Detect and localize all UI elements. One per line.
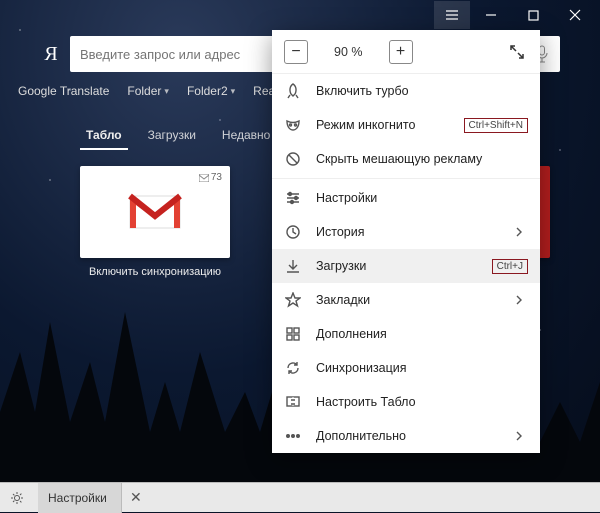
tablo-icon	[284, 394, 302, 410]
tab-tablo[interactable]: Табло	[80, 124, 128, 150]
bookmark-label: Folder	[127, 84, 161, 98]
zoom-row: − 90 % +	[272, 30, 540, 74]
menu-history[interactable]: История	[272, 215, 540, 249]
taskbar-tab-label: Настройки	[48, 491, 107, 505]
hamburger-menu-button[interactable]	[434, 1, 470, 29]
tile-caption-sync: Включить синхронизацию	[80, 266, 230, 278]
menu-settings[interactable]: Настройки	[272, 181, 540, 215]
menu-incognito[interactable]: Режим инкогнито Ctrl+Shift+N	[272, 108, 540, 142]
sliders-icon	[284, 190, 302, 206]
addons-icon	[284, 326, 302, 342]
minimize-button[interactable]	[470, 1, 512, 29]
menu-label: Дополнительно	[316, 429, 496, 443]
bookmark-label: Folder2	[187, 84, 228, 98]
titlebar	[0, 0, 600, 30]
menu-addons[interactable]: Дополнения	[272, 317, 540, 351]
menu-more[interactable]: Дополнительно	[272, 419, 540, 453]
download-icon	[284, 258, 302, 274]
shortcut-badge: Ctrl+Shift+N	[464, 118, 528, 133]
main-menu-panel: − 90 % + Включить турбо Режим инкогнито …	[272, 30, 540, 453]
taskbar-tab-close[interactable]: ✕	[122, 483, 150, 513]
bookmark-folder2[interactable]: Folder2▾	[187, 84, 235, 98]
menu-sync[interactable]: Синхронизация	[272, 351, 540, 385]
menu-hide-ads[interactable]: Скрыть мешающую рекламу	[272, 142, 540, 176]
rocket-icon	[284, 83, 302, 99]
menu-turbo[interactable]: Включить турбо	[272, 74, 540, 108]
menu-label: Синхронизация	[316, 361, 528, 375]
gmail-icon	[128, 192, 182, 232]
menu-label: Загрузки	[316, 259, 478, 273]
menu-label: Дополнения	[316, 327, 528, 341]
tab-recent[interactable]: Недавно	[216, 124, 276, 150]
menu-label: Включить турбо	[316, 84, 528, 98]
mask-icon	[284, 117, 302, 133]
taskbar-tab-settings[interactable]: Настройки	[38, 483, 122, 513]
menu-bookmarks[interactable]: Закладки	[272, 283, 540, 317]
taskbar: Настройки ✕	[0, 482, 600, 512]
maximize-button[interactable]	[512, 1, 554, 29]
zoom-in-button[interactable]: +	[389, 40, 413, 64]
taskbar-settings-button[interactable]	[0, 483, 38, 513]
tab-downloads[interactable]: Загрузки	[142, 124, 202, 150]
unread-badge: 73	[199, 172, 222, 183]
menu-label: Настроить Табло	[316, 395, 528, 409]
block-icon	[284, 151, 302, 167]
zoom-value: 90 %	[334, 45, 363, 59]
menu-downloads[interactable]: Загрузки Ctrl+J	[272, 249, 540, 283]
star-icon	[284, 292, 302, 308]
bookmark-google-translate[interactable]: Google Translate	[18, 84, 109, 98]
fullscreen-button[interactable]	[506, 41, 528, 63]
menu-label: Скрыть мешающую рекламу	[316, 152, 528, 166]
chevron-down-icon: ▾	[164, 86, 169, 97]
menu-label: История	[316, 225, 496, 239]
menu-label: Настройки	[316, 191, 528, 205]
chevron-right-icon	[510, 431, 528, 441]
menu-separator	[272, 178, 540, 179]
zoom-out-button[interactable]: −	[284, 40, 308, 64]
history-icon	[284, 224, 302, 240]
shortcut-badge: Ctrl+J	[492, 259, 528, 274]
gear-icon	[10, 491, 24, 505]
menu-label: Режим инкогнито	[316, 118, 450, 132]
chevron-down-icon: ▾	[231, 86, 236, 97]
yandex-logo[interactable]: Я	[42, 43, 60, 66]
bookmark-folder[interactable]: Folder▾	[127, 84, 169, 98]
bookmark-label: Google Translate	[18, 84, 109, 98]
menu-label: Закладки	[316, 293, 496, 307]
tile-gmail[interactable]: 73	[80, 166, 230, 258]
chevron-right-icon	[510, 295, 528, 305]
chevron-right-icon	[510, 227, 528, 237]
close-button[interactable]	[554, 1, 596, 29]
menu-configure-tablo[interactable]: Настроить Табло	[272, 385, 540, 419]
more-icon	[284, 428, 302, 444]
sync-icon	[284, 360, 302, 376]
